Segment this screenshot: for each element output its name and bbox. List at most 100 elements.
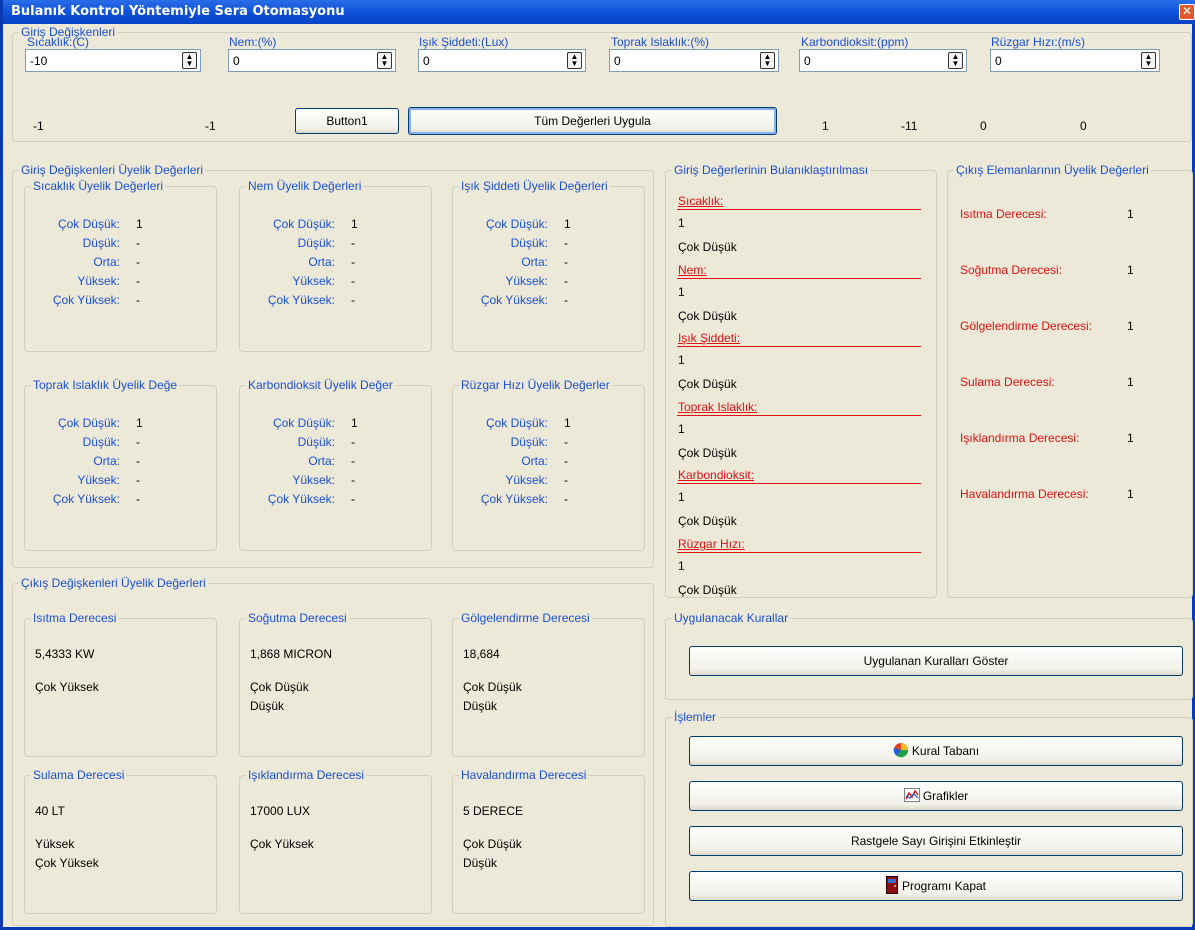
light-value: 0 [423, 54, 430, 68]
output-element-value: 1 [1127, 431, 1134, 445]
membership-row-value: - [136, 435, 140, 449]
membership-row-label: Çok Yüksek: [267, 293, 335, 307]
output-term: Yüksek [35, 837, 75, 851]
close-program-button[interactable]: Programı Kapat [689, 871, 1183, 901]
membership-row-value: - [564, 492, 568, 506]
rule-base-button[interactable]: Kural Tabanı [689, 736, 1183, 766]
membership-row-value: - [564, 473, 568, 487]
membership-row-value: - [351, 236, 355, 250]
spinner-icon[interactable]: ▲ ▼ [760, 52, 775, 69]
fuzzification-term: Çok Düşük [678, 377, 737, 391]
membership-row-label: Yüksek: [77, 274, 120, 288]
input-membership-box: Işık Şiddeti Üyelik Değerleri [452, 179, 645, 352]
membership-row-label: Yüksek: [505, 274, 548, 288]
random-input-button[interactable]: Rastgele Sayı Girişini Etkinleştir [689, 826, 1183, 856]
fuzzification-variable: Karbondioksit: [678, 468, 755, 482]
wind-readout: 0 [980, 119, 987, 133]
input-membership-box-title: Sıcaklık Üyelik Değerleri [31, 179, 166, 193]
membership-row-value: - [564, 293, 568, 307]
soil-moisture-input[interactable]: 0 ▲ ▼ [609, 49, 779, 72]
membership-row-value: - [136, 473, 140, 487]
fuzzification-divider [677, 414, 921, 416]
membership-row-label: Çok Düşük: [57, 217, 120, 231]
output-value: 18,684 [463, 647, 500, 661]
close-button[interactable]: ✕ [1179, 4, 1195, 20]
fuzzification-value: 1 [678, 558, 685, 573]
operations-title: İşlemler [672, 710, 719, 724]
membership-row-label: Orta: [308, 454, 335, 468]
spinner-icon[interactable]: ▲ ▼ [948, 52, 963, 69]
output-term: Çok Yüksek [35, 856, 99, 870]
input-membership-title: Giriş Değişkenleri Üyelik Değerleri [19, 163, 206, 177]
title-bar: Bulanık Kontrol Yöntemiyle Sera Otomasyo… [3, 0, 1195, 24]
spinner-icon[interactable]: ▲ ▼ [567, 52, 582, 69]
fuzzification-value: 1 [678, 490, 685, 504]
spinner-icon[interactable]: ▲ ▼ [1141, 52, 1156, 69]
apply-all-button[interactable]: Tüm Değerleri Uygula [408, 107, 777, 135]
membership-row-value: - [136, 236, 140, 250]
membership-row-label: Yüksek: [292, 274, 335, 288]
soil-readout: -11 [901, 119, 918, 133]
membership-row-label: Orta: [521, 454, 548, 468]
co2-input[interactable]: 0 ▲ ▼ [799, 49, 967, 72]
membership-row-label: Düşük: [297, 236, 335, 250]
door-icon [885, 876, 898, 894]
fuzzification-value: 1 [678, 353, 685, 367]
graphs-button[interactable]: Grafikler [689, 781, 1183, 811]
fuzzification-term: Çok Düşük [678, 514, 737, 528]
wind-speed-value: 0 [995, 54, 1002, 68]
close-program-label: Programı Kapat [901, 879, 987, 893]
membership-row-label: Çok Yüksek: [52, 293, 120, 307]
output-term: Çok Düşük [463, 837, 522, 851]
output-element-label: Sulama Derecesi: [960, 375, 1055, 389]
spinner-icon[interactable]: ▲ ▼ [377, 52, 392, 69]
fuzzification-term: Çok Düşük [678, 240, 737, 254]
membership-row-label: Düşük: [510, 435, 548, 449]
membership-row-label: Düşük: [510, 236, 548, 250]
output-term: Düşük [463, 699, 498, 713]
temperature-value: -10 [30, 54, 48, 68]
membership-row-value: - [136, 492, 140, 506]
membership-row-value: - [136, 454, 140, 468]
temperature-label: Sıcaklık:(C) [27, 35, 90, 49]
input-membership-box-title: Toprak Islaklık Üyelik Değe [31, 378, 180, 392]
input-membership-box-title: Işık Şiddeti Üyelik Değerleri [459, 179, 610, 193]
input-membership-box: Rüzgar Hızı Üyelik Değerler [452, 378, 645, 551]
humidity-input[interactable]: 0 ▲ ▼ [228, 49, 396, 72]
membership-row-value: - [564, 274, 568, 288]
input-membership-box: Nem Üyelik Değerleri [239, 179, 432, 352]
membership-row-value: - [351, 454, 355, 468]
wind-speed-input[interactable]: 0 ▲ ▼ [990, 49, 1160, 72]
wind-speed-label: Rüzgar Hızı:(m/s) [991, 35, 1086, 49]
input-membership-box: Sıcaklık Üyelik Değerleri [24, 179, 217, 352]
output-membership-box-title: Gölgelendirme Derecesi [459, 611, 592, 625]
humidity-value: 0 [233, 54, 240, 68]
output-value: 17000 LUX [250, 804, 311, 818]
extra-readout: 0 [1080, 119, 1087, 133]
co2-label: Karbondioksit:(ppm) [801, 35, 909, 49]
membership-row-label: Düşük: [82, 236, 120, 250]
fuzzification-term: Çok Düşük [678, 582, 737, 597]
input-membership-box-title: Nem Üyelik Değerleri [246, 179, 364, 193]
temperature-input[interactable]: -10 ▲ ▼ [25, 49, 201, 72]
membership-row-value: - [564, 454, 568, 468]
output-term: Çok Düşük [250, 680, 309, 694]
input-membership-box-title: Karbondioksit Üyelik Değer [246, 378, 395, 392]
membership-row-value: - [351, 255, 355, 269]
membership-row-value: - [136, 274, 140, 288]
button1[interactable]: Button1 [295, 108, 399, 134]
output-membership-box-title: Işıklandırma Derecesi [246, 768, 367, 782]
output-value: 5 DERECE [463, 804, 524, 818]
spinner-icon[interactable]: ▲ ▼ [182, 52, 197, 69]
membership-row-value: - [351, 492, 355, 506]
light-input[interactable]: 0 ▲ ▼ [418, 49, 586, 72]
membership-row-label: Çok Yüksek: [480, 492, 548, 506]
graphs-label: Grafikler [922, 789, 969, 803]
fuzzification-term: Çok Düşük [678, 445, 737, 460]
output-element-value: 1 [1127, 375, 1134, 389]
membership-row-label: Çok Düşük: [272, 217, 335, 231]
output-element-label: Havalandırma Derecesi: [960, 487, 1089, 501]
output-membership-title: Çıkış Değişkenleri Üyelik Değerleri [19, 576, 208, 590]
membership-row-label: Çok Düşük: [485, 217, 548, 231]
show-rules-button[interactable]: Uygulanan Kuralları Göster [689, 646, 1183, 676]
